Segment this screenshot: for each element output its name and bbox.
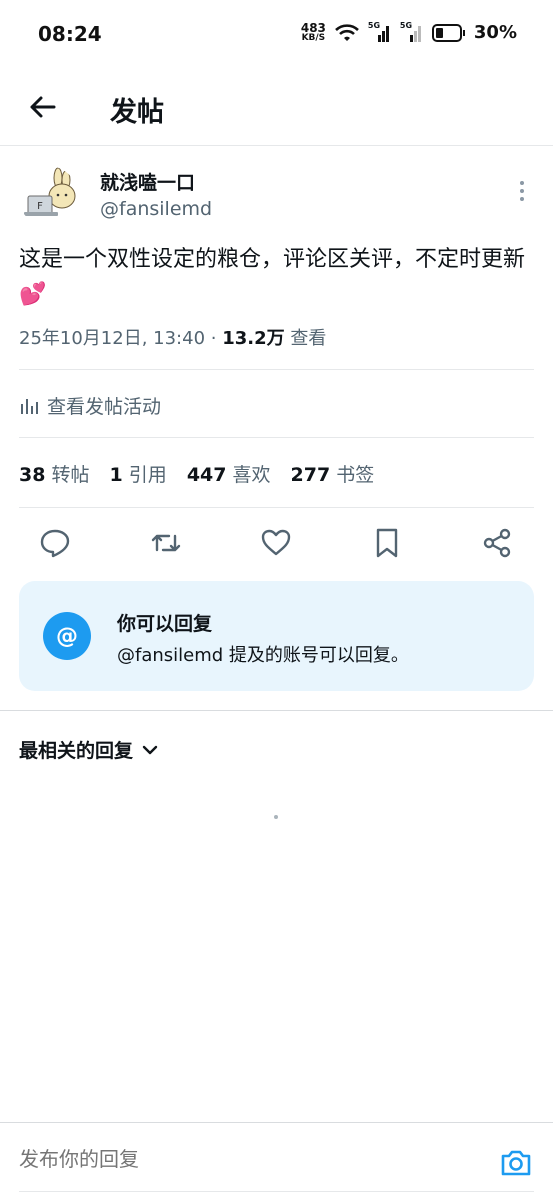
battery-icon: [431, 23, 465, 42]
share-icon[interactable]: [480, 526, 514, 560]
status-icons: 483 KB/S 5G 5G 30%: [300, 21, 517, 44]
mention-icon: @: [43, 612, 91, 660]
views-label: 查看: [284, 328, 327, 349]
post-activity-label: 查看发帖活动: [47, 396, 162, 418]
reply-sort-label: 最相关的回复: [19, 740, 134, 762]
signal-icon-2: 5G: [400, 21, 424, 43]
repost-icon[interactable]: [149, 526, 183, 560]
stat-bookmarks[interactable]: 277 书签: [291, 460, 375, 487]
wifi-icon: [335, 23, 359, 41]
like-icon[interactable]: [259, 526, 293, 560]
camera-icon[interactable]: [498, 1145, 534, 1181]
reply-input[interactable]: [19, 1149, 284, 1172]
post-text: 这是一个双性设定的粮仓，评论区关评，不定时更新💕: [19, 247, 526, 307]
status-bar: 08:24 483 KB/S 5G 5G 30%: [0, 0, 553, 70]
network-speed: 483 KB/S: [300, 21, 326, 43]
reply-icon[interactable]: [38, 526, 72, 560]
loading-indicator: [274, 815, 278, 819]
divider: [19, 369, 534, 370]
display-name[interactable]: 就浅嗑一口: [100, 168, 195, 195]
chevron-down-icon: [142, 745, 158, 754]
stat-reposts[interactable]: 38 转帖: [19, 460, 90, 487]
reply-permission-desc: @fansilemd 提及的账号可以回复。: [117, 645, 409, 666]
status-time: 08:24: [38, 22, 102, 46]
more-options-icon[interactable]: [512, 178, 532, 204]
divider: [19, 507, 534, 508]
back-arrow-icon[interactable]: [26, 90, 60, 124]
bottom-divider: [19, 1191, 534, 1192]
post-meta: 25年10月12日, 13:40 · 13.2万 查看: [19, 324, 326, 350]
section-divider: [0, 710, 553, 711]
divider: [19, 437, 534, 438]
stat-likes[interactable]: 447 喜欢: [187, 460, 271, 487]
post-actions: [0, 526, 553, 566]
post-date: 25年10月12日, 13:40 ·: [19, 328, 223, 349]
signal-icon: 5G: [368, 21, 392, 43]
reply-sort-dropdown[interactable]: 最相关的回复: [19, 736, 159, 763]
reply-permission-title: 你可以回复: [117, 613, 213, 635]
reply-composer: [0, 1122, 553, 1200]
avatar[interactable]: F: [18, 166, 78, 226]
post-activity-link[interactable]: 查看发帖活动: [19, 392, 161, 419]
bookmark-icon[interactable]: [370, 526, 404, 560]
svg-text:F: F: [37, 201, 43, 212]
page-title: 发帖: [110, 97, 164, 128]
views-count: 13.2万: [222, 328, 285, 349]
reply-permission-card: @ 你可以回复 @fansilemd 提及的账号可以回复。: [19, 581, 534, 691]
page-header: 发帖: [0, 72, 553, 146]
post-stats: 38 转帖 1 引用 447 喜欢 277 书签: [19, 460, 374, 487]
stat-quotes[interactable]: 1 引用: [110, 460, 167, 487]
user-handle[interactable]: @fansilemd: [100, 198, 212, 220]
battery-percent: 30%: [473, 22, 517, 43]
bar-chart-icon: [21, 398, 38, 414]
